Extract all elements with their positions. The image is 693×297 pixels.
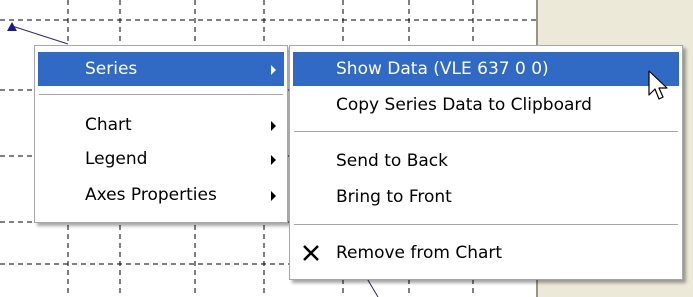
menu-item-label: Send to Back: [336, 151, 448, 171]
series-marker: [7, 22, 17, 31]
menu-item-copy-series-data[interactable]: Copy Series Data to Clipboard: [293, 88, 679, 122]
menu-item-label: Show Data (VLE 637 0 0): [336, 59, 549, 79]
menu-separator: [39, 94, 283, 95]
menu-item-show-data[interactable]: Show Data (VLE 637 0 0): [293, 52, 679, 86]
submenu-arrow-icon: [271, 121, 276, 131]
menu-item-series[interactable]: Series: [38, 52, 284, 86]
menu-item-axes-properties[interactable]: Axes Properties: [38, 178, 284, 212]
menu-item-bring-to-front[interactable]: Bring to Front: [293, 180, 679, 214]
submenu-arrow-icon: [271, 191, 276, 201]
menu-item-label: Axes Properties: [85, 185, 217, 205]
menu-separator: [294, 131, 678, 132]
menu-item-label: Series: [85, 59, 138, 79]
menu-item-remove-from-chart[interactable]: Remove from Chart: [293, 236, 679, 270]
menu-item-send-to-back[interactable]: Send to Back: [293, 144, 679, 178]
menu-item-label: Remove from Chart: [336, 243, 503, 263]
submenu-arrow-icon: [271, 155, 276, 165]
menu-item-legend[interactable]: Legend: [38, 142, 284, 176]
menu-separator: [294, 224, 678, 225]
menu-item-label: Chart: [85, 115, 132, 135]
series-submenu: Show Data (VLE 637 0 0) Copy Series Data…: [289, 45, 683, 280]
mouse-pointer-icon: [648, 70, 668, 100]
menu-item-label: Legend: [85, 149, 148, 169]
menu-item-label: Bring to Front: [336, 187, 452, 207]
menu-item-label: Copy Series Data to Clipboard: [336, 95, 592, 115]
menu-item-chart[interactable]: Chart: [38, 108, 284, 142]
context-menu: Series Chart Legend Axes Properties: [34, 45, 288, 223]
close-x-icon: [303, 245, 319, 261]
submenu-arrow-icon: [271, 65, 276, 75]
